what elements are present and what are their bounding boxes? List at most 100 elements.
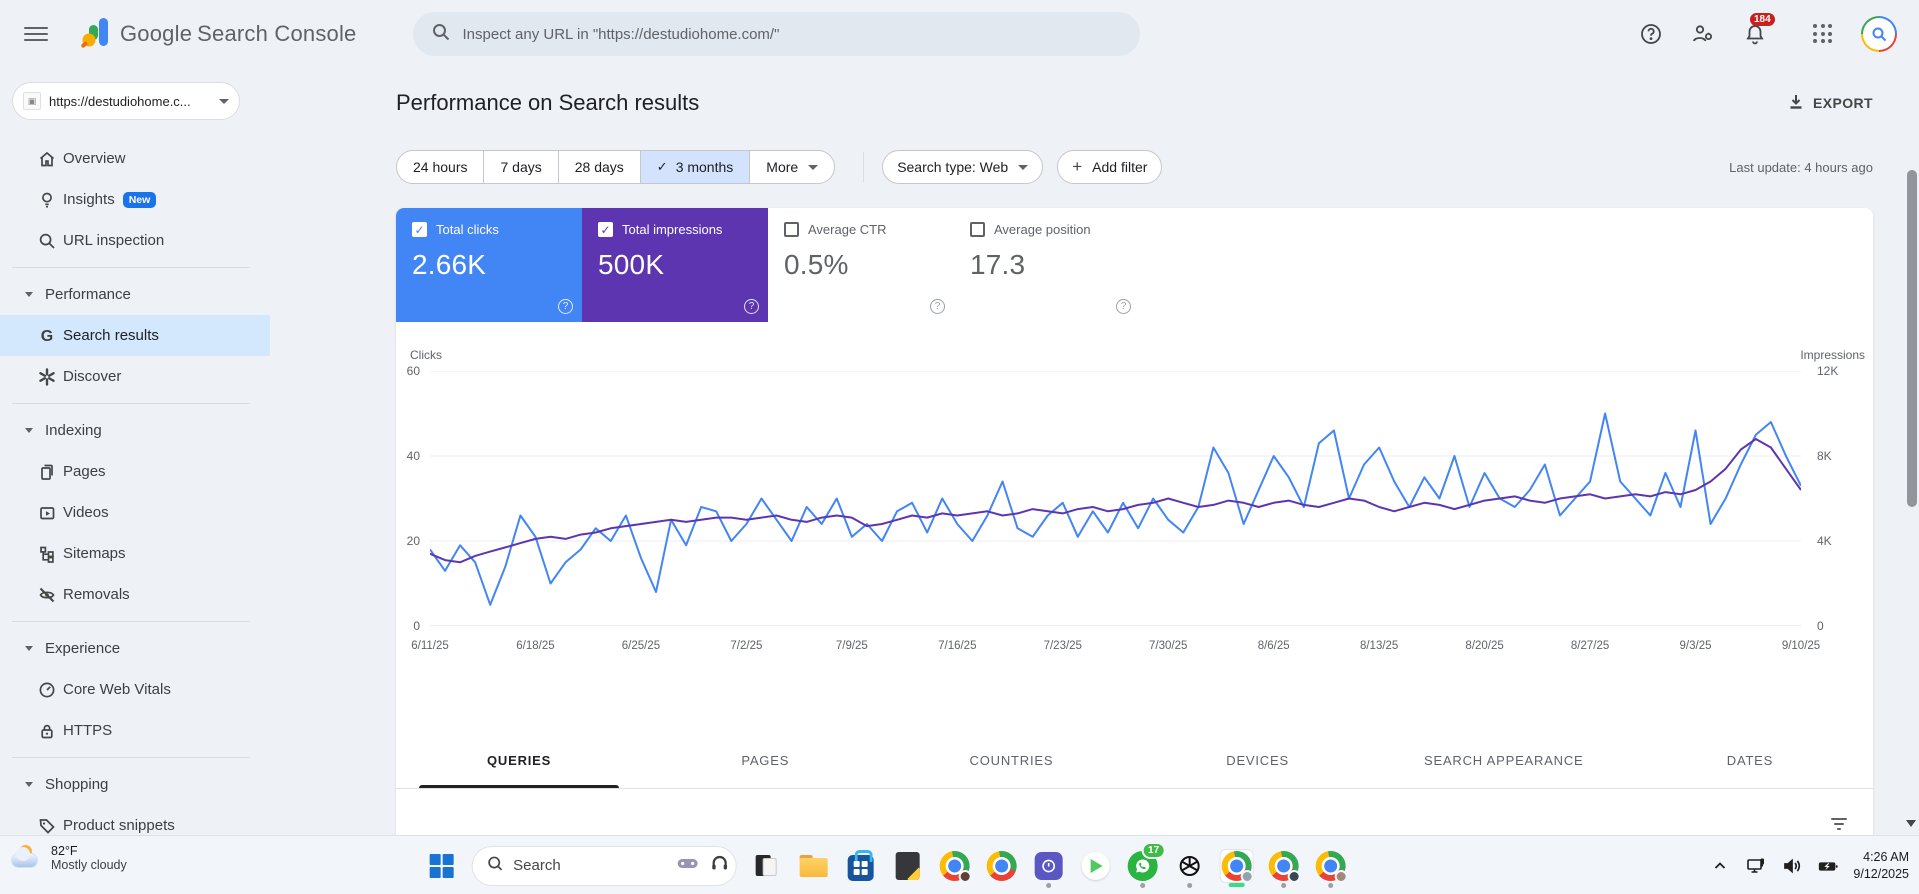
metric-card-average-position[interactable]: Average position 17.3? <box>954 208 1140 322</box>
x-tick-label: 9/10/25 <box>1781 640 1821 652</box>
chevron-down-icon <box>25 428 33 433</box>
chrome-profile-3-icon[interactable] <box>1313 849 1348 883</box>
product-name: Google Search Console <box>120 21 357 46</box>
sidebar-item-videos[interactable]: Videos <box>0 492 270 533</box>
chatgpt-icon[interactable] <box>1172 849 1206 883</box>
help-icon[interactable]: ? <box>558 299 573 314</box>
sidebar-section-experience[interactable]: Experience <box>0 628 270 669</box>
metric-card-average-ctr[interactable]: Average CTR 0.5%? <box>768 208 954 322</box>
account-avatar[interactable] <box>1861 16 1897 52</box>
chevron-down-icon <box>1018 164 1029 170</box>
help-icon[interactable]: ? <box>930 299 945 314</box>
left-tick-label: 60 <box>406 364 420 378</box>
volume-icon[interactable] <box>1781 855 1803 877</box>
search-type-chip[interactable]: Search type: Web <box>882 150 1044 184</box>
date-range-24-hours[interactable]: 24 hours <box>397 151 485 183</box>
taskbar-search[interactable]: Search <box>471 845 737 886</box>
microsoft-store-icon[interactable] <box>843 849 877 883</box>
metric-label: Average CTR <box>808 222 887 237</box>
add-filter-label: Add filter <box>1092 159 1148 175</box>
x-tick-label: 9/3/25 <box>1679 640 1712 652</box>
checkbox-average-ctr[interactable] <box>784 222 799 237</box>
chrome-active-icon[interactable] <box>1219 848 1254 883</box>
notifications-bell-icon[interactable]: 184 <box>1743 13 1775 46</box>
tab-queries[interactable]: QUERIES <box>396 733 642 788</box>
sidebar-item-https[interactable]: HTTPS <box>0 710 270 751</box>
tab-countries[interactable]: COUNTRIES <box>888 733 1134 788</box>
tab-devices[interactable]: DEVICES <box>1135 733 1381 788</box>
filter-table-icon[interactable] <box>1829 815 1849 833</box>
sidebar-item-search-results[interactable]: G Search results <box>0 315 270 356</box>
clock-widget[interactable]: 4:26 AM 9/12/2025 <box>1853 849 1909 883</box>
metric-value: 0.5% <box>784 249 849 280</box>
metric-card-header: Average CTR <box>784 222 940 237</box>
date-range-28-days[interactable]: 28 days <box>559 151 641 183</box>
tab-dates[interactable]: DATES <box>1627 733 1873 788</box>
scrollbar-down-arrow[interactable] <box>1906 820 1916 827</box>
metric-cards-row: ✓ Total clicks 2.66K? ✓ Total impressions 500… <box>396 208 1873 322</box>
sidebar-item-removals[interactable]: Removals <box>0 574 270 615</box>
task-view-icon[interactable] <box>749 849 783 883</box>
whatsapp-icon[interactable]: 17 <box>1125 841 1166 883</box>
chart-plot-area[interactable] <box>430 371 1801 626</box>
help-icon[interactable] <box>1639 22 1663 46</box>
authenticator-app-icon[interactable] <box>1031 849 1065 883</box>
sidebar-item-pages[interactable]: Pages <box>0 451 270 492</box>
sidebar-section-performance[interactable]: Performance <box>0 274 270 315</box>
property-selector[interactable]: ▣ https://destudiohome.c... <box>12 82 240 120</box>
sidebar-item-overview[interactable]: Overview <box>0 138 270 179</box>
checkbox-total-impressions[interactable]: ✓ <box>598 222 613 237</box>
sidebar-item-insights[interactable]: Insights New <box>0 179 270 220</box>
player-app-icon[interactable] <box>1078 849 1112 883</box>
gsc-logo[interactable]: Google Search Console <box>80 16 357 53</box>
performance-chart: Clicks Impressions 0 20 40 60 0 4K 8K 12K 6/11… <box>396 322 1873 733</box>
sidebar-item-core-web-vitals[interactable]: Core Web Vitals <box>0 669 270 710</box>
tab-search-appearance[interactable]: SEARCH APPEARANCE <box>1381 733 1627 788</box>
sidebar-item-product-snippets[interactable]: Product snippets <box>0 805 270 835</box>
metric-card-header: ✓ Total clicks <box>412 222 568 237</box>
network-display-icon[interactable] <box>1745 855 1767 877</box>
sidebar-section-label: Experience <box>45 640 121 657</box>
metric-card-total-impressions[interactable]: ✓ Total impressions 500K? <box>582 208 768 322</box>
export-label: EXPORT <box>1813 95 1873 111</box>
sidebar-item-sitemaps[interactable]: Sitemaps <box>0 533 270 574</box>
file-explorer-icon[interactable] <box>796 849 830 883</box>
chrome-profile-1-icon[interactable] <box>937 849 972 883</box>
help-icon[interactable]: ? <box>744 299 759 314</box>
date-range-3-months[interactable]: ✓ 3 months <box>640 151 751 183</box>
discover-icon <box>37 367 57 387</box>
checkbox-total-clicks[interactable]: ✓ <box>412 222 427 237</box>
user-settings-icon[interactable] <box>1691 22 1715 46</box>
search-results-icon: G <box>37 326 57 346</box>
right-tick-label: 0 <box>1817 619 1824 633</box>
export-button[interactable]: EXPORT <box>1787 93 1873 114</box>
chrome-icon[interactable] <box>984 849 1018 883</box>
chrome-profile-2-icon[interactable] <box>1266 849 1301 883</box>
property-label: https://destudiohome.c... <box>49 93 191 109</box>
hamburger-menu-icon[interactable] <box>24 22 48 46</box>
help-icon[interactable]: ? <box>1116 299 1131 314</box>
add-filter-chip[interactable]: + Add filter <box>1057 150 1163 184</box>
sidebar-item-label: Pages <box>63 463 106 480</box>
product-snippets-icon <box>37 816 57 836</box>
sidebar-item-discover[interactable]: Discover <box>0 356 270 397</box>
hidden-icons-chevron[interactable] <box>1709 855 1731 877</box>
metric-value: 2.66K <box>412 249 487 280</box>
url-inspect-search-input[interactable]: Inspect any URL in "https://destudiohome… <box>412 12 1140 56</box>
start-button[interactable] <box>424 849 458 883</box>
weather-widget[interactable]: 82°F Mostly cloudy <box>10 843 127 873</box>
google-apps-grid-icon[interactable] <box>1813 24 1833 44</box>
battery-charging-icon[interactable] <box>1817 855 1839 877</box>
scrollbar-thumb[interactable] <box>1907 170 1917 507</box>
date-range-7-days[interactable]: 7 days <box>484 151 559 183</box>
sidebar-section-shopping[interactable]: Shopping <box>0 764 270 805</box>
checkbox-average-position[interactable] <box>970 222 985 237</box>
metric-card-total-clicks[interactable]: ✓ Total clicks 2.66K? <box>396 208 582 322</box>
tab-pages[interactable]: PAGES <box>642 733 888 788</box>
date-range-more[interactable]: More <box>750 151 834 183</box>
sidebar-item-url-inspection[interactable]: URL inspection <box>0 220 270 261</box>
notepad-icon[interactable] <box>890 849 924 883</box>
svg-text:G: G <box>41 328 53 345</box>
sidebar-section-indexing[interactable]: Indexing <box>0 410 270 451</box>
left-axis-ticks: 0 20 40 60 <box>396 364 424 633</box>
